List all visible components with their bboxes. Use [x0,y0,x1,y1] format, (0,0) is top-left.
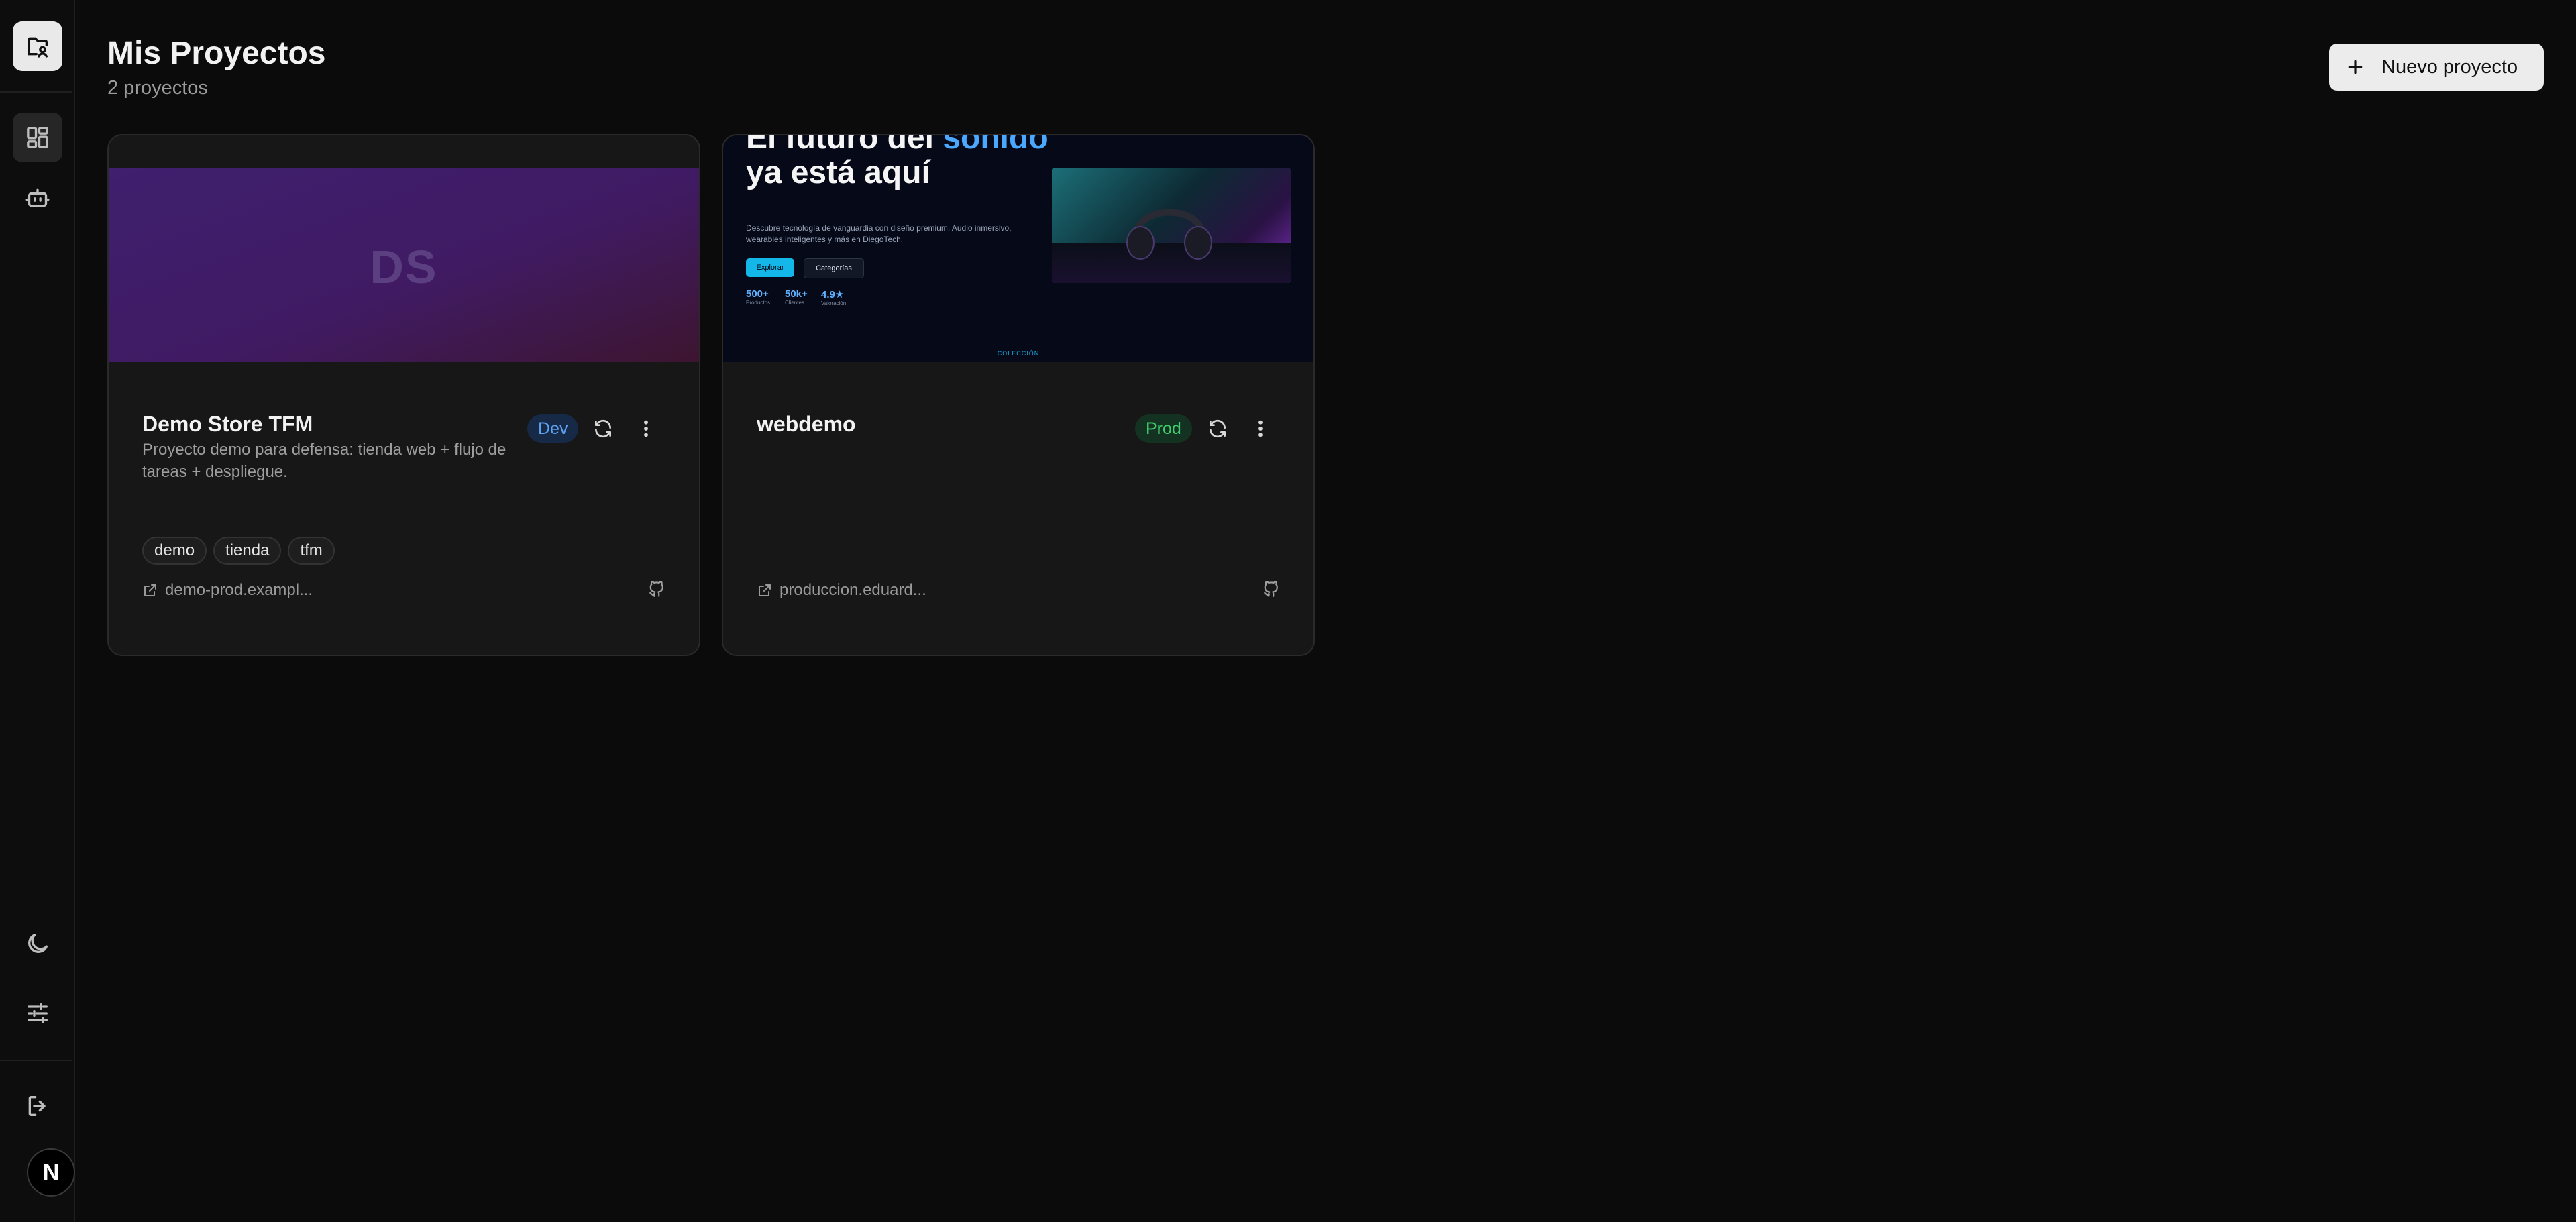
stat-label: Productos [746,300,771,306]
preview-stat: 500+ Productos [746,288,770,306]
new-project-label: Nuevo proyecto [2381,56,2518,78]
sidebar-divider [0,91,72,93]
preview-categories-button: Categorías [804,258,864,278]
preview-stat: 50k+ Clientes [785,288,808,306]
more-vertical-icon [644,420,648,437]
sidebar-item-bot[interactable] [13,173,62,223]
sync-button[interactable] [1203,414,1232,443]
stat-label: Valoración [821,300,847,307]
sidebar-divider [0,1060,72,1061]
dashboard-icon [27,127,48,148]
plus-icon [2348,60,2363,74]
external-link-icon [759,584,771,596]
avatar-initial: N [42,1159,60,1185]
project-count: 2 proyectos [107,77,208,99]
logout-button[interactable] [13,1081,62,1131]
preview-explore-button: Explorar [746,258,794,277]
project-url: demo-prod.exampl... [165,581,313,599]
thumbnail-initials: DS [370,241,438,293]
environment-badge: Dev [527,414,579,443]
preview-title-accent: sonido [943,135,1049,156]
sidebar: N [0,0,75,1222]
settings-button[interactable] [13,989,62,1038]
github-icon [649,581,663,597]
stat-value: 50k+ [785,288,808,300]
new-project-button[interactable]: Nuevo proyecto [2329,44,2544,91]
project-url: produccion.eduard... [780,581,926,599]
folder-user-icon [28,37,48,58]
refresh-icon [1210,419,1226,438]
more-options-button[interactable] [1246,414,1275,443]
preview-hero-title: El futuro del sonido ya está aquí [746,135,1049,190]
project-card[interactable]: DS Demo Store TFM Proyecto demo para def… [107,134,700,656]
repository-link[interactable] [1263,581,1281,600]
project-name: Demo Store TFM [142,412,313,436]
theme-toggle-button[interactable] [13,919,62,968]
project-url-link[interactable]: produccion.eduard... [757,581,926,600]
page-title: Mis Proyectos [107,36,326,71]
preview-stat: 4.9★ Valoración [821,288,846,307]
project-name: webdemo [757,412,856,436]
environment-badge: Prod [1135,414,1192,443]
project-url-link[interactable]: demo-prod.exampl... [142,581,313,600]
preview-headphones-image [1052,168,1291,283]
headphones-icon [1126,209,1212,260]
repository-link[interactable] [648,581,667,600]
stat-label: Clientes [785,300,804,306]
tag[interactable]: tienda [213,537,282,565]
more-vertical-icon [1258,420,1263,437]
refresh-icon [595,419,611,438]
tag-list: demo tienda tfm [142,537,335,565]
tag[interactable]: tfm [288,537,335,565]
github-icon [1264,581,1278,597]
project-thumbnail: DS [109,168,699,362]
app-logo-button[interactable] [13,21,62,71]
sidebar-item-dashboard[interactable] [13,113,62,162]
preview-section-label: COLECCIÓN [997,350,1040,357]
user-avatar[interactable]: N [27,1148,75,1197]
stat-value: 500+ [746,288,769,300]
bot-icon [25,188,50,207]
tag[interactable]: demo [142,537,207,565]
external-link-icon [144,584,156,596]
preview-title-line2: ya está aquí [746,155,930,190]
logout-icon [28,1096,46,1116]
moon-icon [28,934,48,953]
stat-value: 4.9★ [821,289,845,300]
preview-title-line1: El futuro del [746,135,943,156]
sliders-icon [28,1003,48,1023]
sync-button[interactable] [589,414,617,443]
project-card[interactable]: El futuro del sonido ya está aquí Descub… [722,134,1315,656]
project-description: Proyecto demo para defensa: tienda web +… [142,441,506,481]
more-options-button[interactable] [632,414,660,443]
project-thumbnail: El futuro del sonido ya está aquí Descub… [723,135,1313,362]
preview-description: Descubre tecnología de vanguardia con di… [746,223,1012,244]
